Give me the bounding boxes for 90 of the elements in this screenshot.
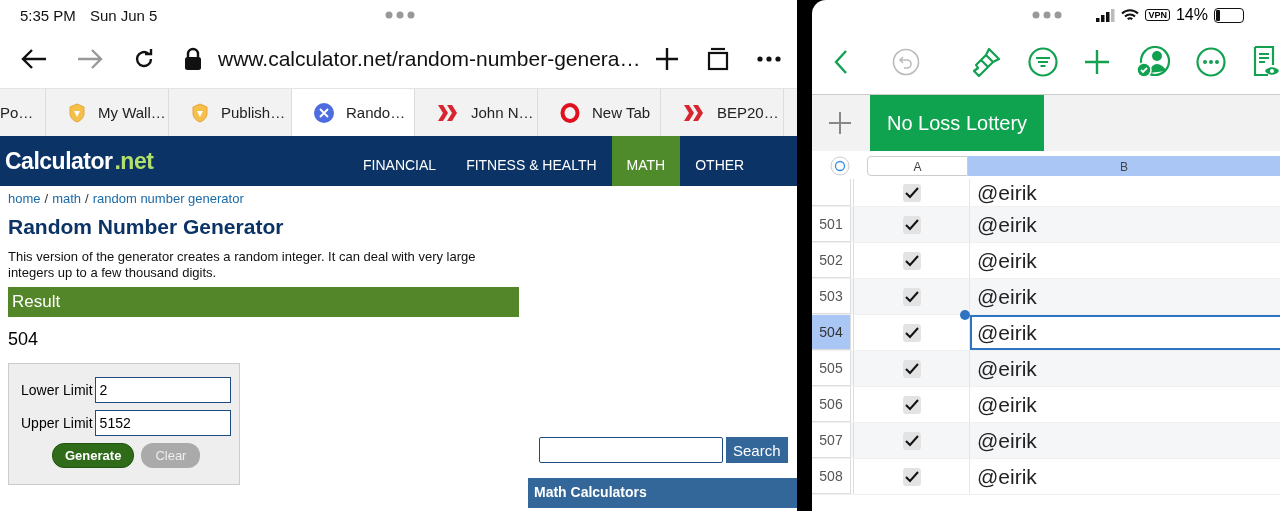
signal-icon [1096,8,1116,22]
table-cell[interactable]: @eirik [970,279,1280,314]
table-cell[interactable]: @eirik [970,315,1280,350]
back-icon[interactable] [20,47,48,71]
row-number[interactable]: 505 [812,351,851,386]
sidebar-heading: Math Calculators [528,478,797,508]
selection-handle[interactable] [960,310,970,320]
breadcrumb-link[interactable]: random number generator [92,191,244,206]
battery-icon [1214,7,1244,23]
tabs-icon[interactable] [706,47,729,71]
table-cell[interactable]: @eirik [970,423,1280,458]
row-number[interactable]: 508 [812,459,851,494]
document-view-icon[interactable] [1252,45,1280,79]
chevrons-icon [683,103,705,122]
table-cell[interactable]: @eirik [970,459,1280,494]
checkmark-icon [904,326,919,339]
battery-percent: 14% [1175,6,1208,24]
breadcrumb-link[interactable]: math [52,191,82,206]
status-time: 5:35 PM [20,6,76,24]
checkbox[interactable] [902,467,921,486]
description: This version of the generator creates a random integer. It can deal with very large integers up to a few thousand digits. [8,249,477,281]
shield-icon [68,102,86,123]
ring-icon [560,102,580,123]
checkmark-icon [904,362,919,375]
breadcrumb-separator: / [44,191,49,206]
page-title: Random Number Generator [8,215,285,239]
close-icon [314,102,334,123]
row-number[interactable]: 501 [812,207,851,242]
column-header[interactable]: B [968,156,1280,176]
checkbox[interactable] [902,183,921,202]
table-cell[interactable]: @eirik [970,387,1280,422]
nav-item[interactable]: FITNESS & HEALTH [451,136,612,186]
breadcrumb-link[interactable]: home [8,191,41,206]
back-chevron-icon[interactable] [834,49,848,75]
nav-item[interactable]: OTHER [680,136,760,186]
checkmark-icon [904,254,919,267]
plus-icon[interactable] [654,47,679,71]
checkmark-icon [904,434,919,447]
result-heading: Result [8,287,519,317]
table-cell[interactable]: @eirik [970,351,1280,386]
row-number[interactable]: 503 [812,279,851,314]
row-number[interactable]: 504 [812,315,851,350]
input-field[interactable]: 2 [94,377,231,403]
add-sheet-icon[interactable] [828,111,852,135]
row-number[interactable]: 506 [812,387,851,422]
checkmark-icon [904,398,919,411]
checkbox[interactable] [902,287,921,306]
shield-icon [191,102,209,123]
row-number[interactable]: 507 [812,423,851,458]
table-cell[interactable]: @eirik [970,179,1280,206]
checkmark-icon [904,470,919,483]
checkbox[interactable] [902,323,921,342]
paintbrush-icon[interactable] [972,46,1002,78]
vpn-badge: VPN [1145,9,1170,21]
input-field[interactable]: 5152 [94,410,231,436]
field-label: Upper Limit [21,415,93,431]
checkmark-icon [904,186,919,199]
checkbox[interactable] [902,431,921,450]
status-date: Sun Jun 5 [89,6,158,24]
column-header[interactable]: A [867,156,968,176]
select-all-icon[interactable] [829,156,850,176]
more-icon[interactable] [756,56,781,62]
checkmark-icon [904,290,919,303]
nav-item[interactable]: MATH [611,136,681,186]
checkbox[interactable] [902,251,921,270]
search-button[interactable]: Search [726,437,788,463]
collaborate-icon[interactable] [1136,46,1170,78]
checkbox[interactable] [902,359,921,378]
table-cell[interactable]: @eirik [970,243,1280,278]
lock-icon [184,47,202,71]
filter-icon[interactable] [1028,47,1058,77]
breadcrumb-separator: / [85,191,89,206]
search-field[interactable] [539,437,723,463]
nav-item[interactable]: FINANCIAL [348,136,452,186]
logo-text[interactable]: Calculator [5,148,113,174]
table-cell[interactable]: @eirik [970,207,1280,242]
multitasking-dots-icon[interactable] [385,11,415,19]
result-value: 504 [8,329,40,350]
field-label: Lower Limit [21,382,93,398]
chevrons-icon [437,103,459,122]
checkmark-icon [904,218,919,231]
browser-tab[interactable]: Rando… [292,89,415,136]
row-number[interactable]: 502 [812,243,851,278]
logo-suffix[interactable]: .net [114,148,154,174]
checkbox[interactable] [902,395,921,414]
wifi-icon [1121,8,1140,22]
checkbox[interactable] [902,215,921,234]
generate-button[interactable]: Generate [52,443,135,468]
multitasking-dots-icon[interactable] [1032,11,1062,19]
address-bar[interactable]: www.calculator.net/random-number-genera… [218,47,641,71]
